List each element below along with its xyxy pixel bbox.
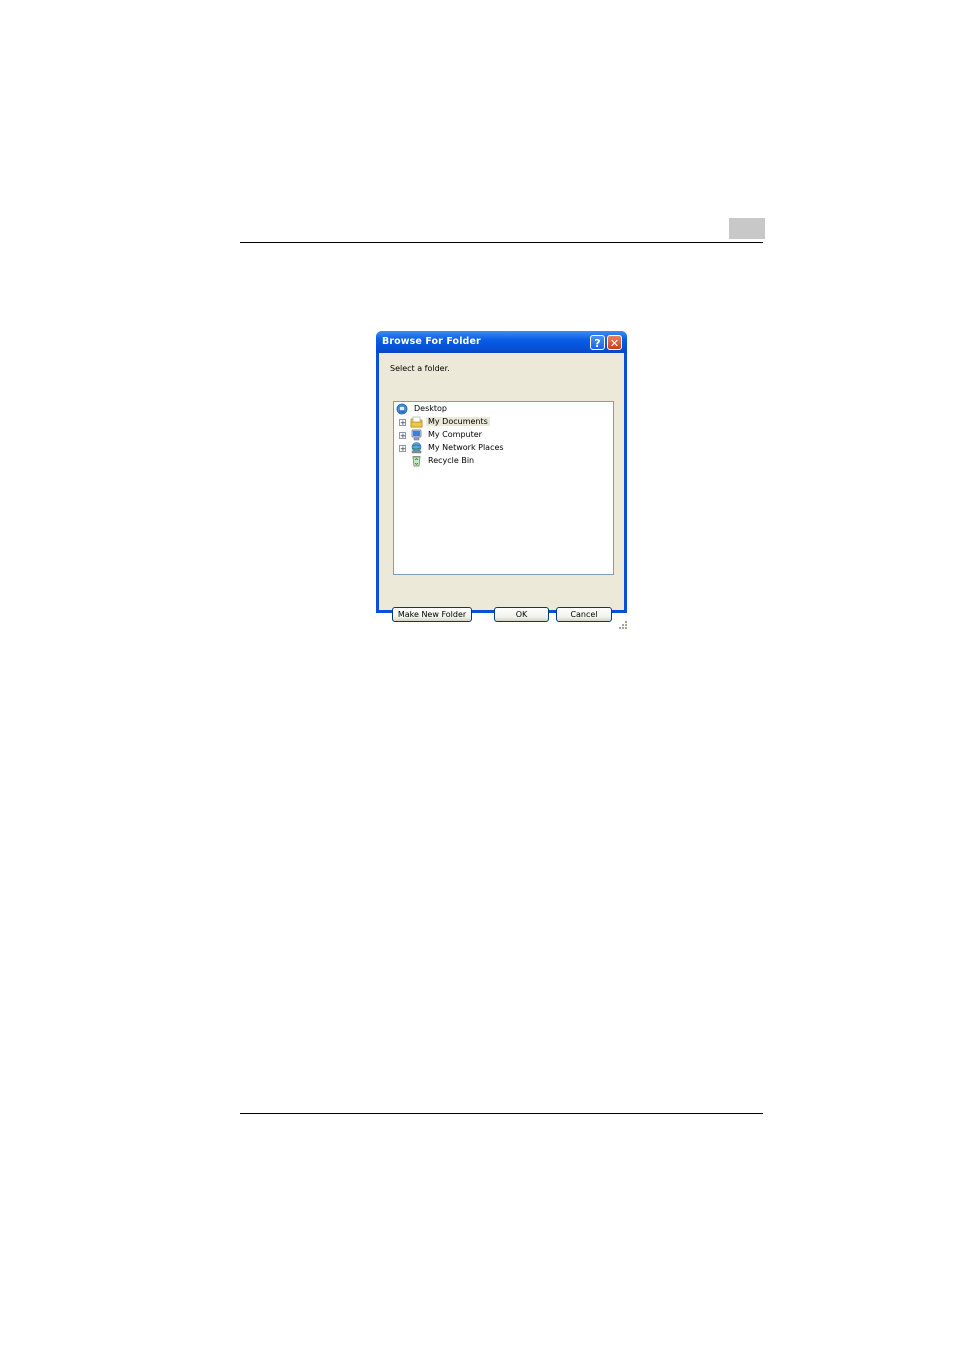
expand-my-computer[interactable]: +: [399, 432, 406, 440]
browse-for-folder-dialog: Browse For Folder ? ✕ Select a folder. D…: [376, 331, 627, 629]
desktop-icon: [396, 403, 408, 415]
page-tab-marker: [729, 218, 765, 239]
expand-my-network-places[interactable]: +: [399, 445, 406, 453]
resize-grip-icon[interactable]: [619, 621, 628, 630]
network-places-icon: [411, 442, 422, 454]
title-bar[interactable]: Browse For Folder ? ✕: [376, 331, 627, 353]
dialog-client-area: Select a folder. Desktop + My Documents …: [379, 353, 627, 629]
my-computer-icon: [411, 429, 422, 441]
close-button[interactable]: ✕: [607, 335, 622, 350]
select-folder-prompt: Select a folder.: [390, 364, 450, 373]
tree-label: My Network Places: [428, 443, 504, 452]
tree-label: My Computer: [428, 430, 482, 439]
recycle-bin-icon: [412, 456, 421, 467]
help-button[interactable]: ?: [590, 335, 605, 350]
expand-my-documents[interactable]: +: [399, 419, 406, 427]
dialog-title: Browse For Folder: [382, 336, 481, 347]
make-new-folder-button[interactable]: Make New Folder: [392, 607, 472, 622]
footer-rule: [240, 1113, 763, 1114]
cancel-button[interactable]: Cancel: [556, 607, 612, 622]
tree-label: Recycle Bin: [428, 456, 475, 465]
tree-label: My Documents: [426, 417, 490, 426]
folder-tree[interactable]: Desktop + My Documents + My Computer + M…: [393, 401, 614, 575]
header-rule: [240, 242, 763, 243]
tree-label: Desktop: [414, 404, 447, 413]
ok-button[interactable]: OK: [494, 607, 549, 622]
my-documents-icon: [410, 416, 423, 428]
